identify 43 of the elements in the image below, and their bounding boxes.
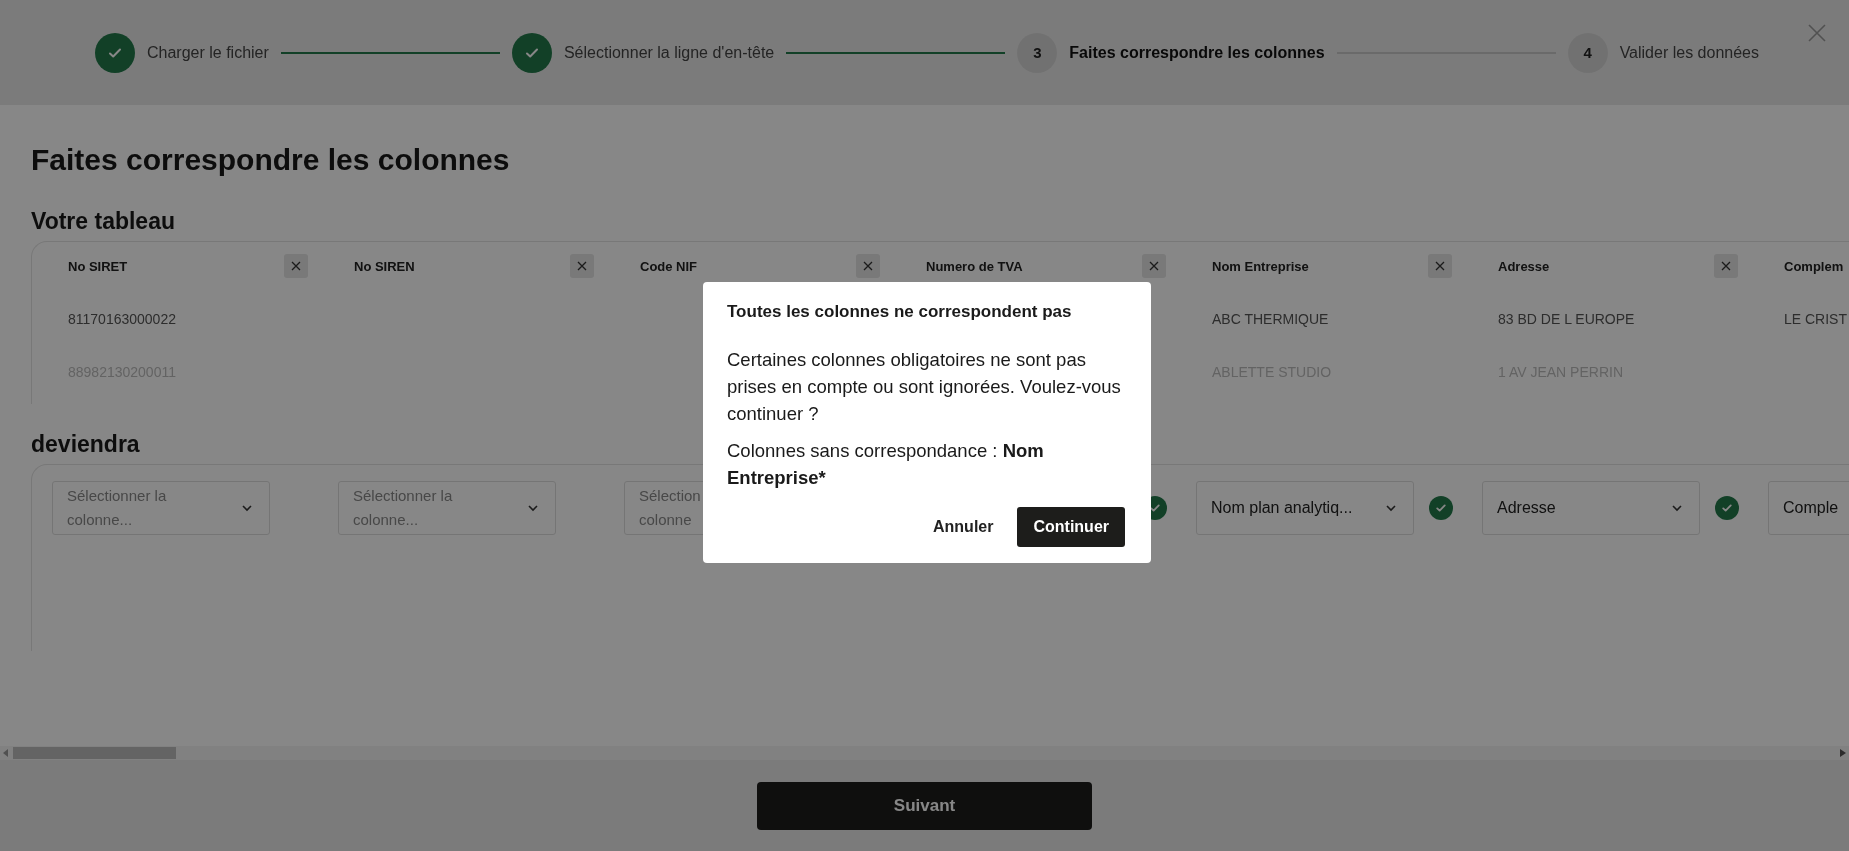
step-label: Valider les données <box>1619 43 1759 62</box>
column-select[interactable]: Adresse <box>1482 481 1700 535</box>
column-header: No SIREN <box>354 258 416 274</box>
column-header: Complem <box>1784 258 1845 274</box>
column-header: Nom Entreprise <box>1212 258 1310 274</box>
remove-column-button[interactable] <box>570 254 594 278</box>
remove-column-button[interactable] <box>1714 254 1738 278</box>
horizontal-scrollbar[interactable] <box>0 746 1849 760</box>
step-indicator: 3 <box>1017 32 1058 73</box>
column-header: Code NIF <box>640 258 699 274</box>
page-title: Faites correspondre les colonnes <box>31 142 510 178</box>
column-header: Adresse <box>1498 258 1551 274</box>
scroll-right-icon[interactable] <box>1840 749 1846 757</box>
cancel-button[interactable]: Annuler <box>933 510 994 544</box>
dialog-title: Toutes les colonnes ne correspondent pas <box>727 302 1073 322</box>
table-cell-text: ABC THERMIQUE <box>1212 310 1330 329</box>
step-label: Faites correspondre les colonnes <box>1069 43 1325 62</box>
column-header: Numero de TVA <box>926 258 1024 274</box>
remove-column-button[interactable] <box>1428 254 1452 278</box>
continue-button[interactable]: Continuer <box>1017 507 1125 547</box>
dialog-message: Colonnes sans correspondance : Nom Entreprise* <box>727 439 1045 490</box>
remove-column-button[interactable] <box>856 254 880 278</box>
close-icon <box>1721 261 1731 271</box>
step-label: Charger le fichier <box>147 43 269 62</box>
remove-column-button[interactable] <box>1142 254 1166 278</box>
column-header: No SIRET <box>68 258 129 274</box>
next-button[interactable]: Suivant <box>757 781 1092 830</box>
remove-column-button[interactable] <box>284 254 308 278</box>
close-icon <box>863 261 873 271</box>
table-cell-text: 83 BD DE L EUROPE <box>1498 310 1636 329</box>
column-select[interactable]: Comple <box>1768 481 1849 535</box>
section-heading: Votre tableau <box>31 207 175 236</box>
column-select[interactable]: Nom plan analytiq... <box>1196 481 1414 535</box>
step-label: Sélectionner la ligne d'en-tête <box>563 43 775 62</box>
close-icon <box>291 261 301 271</box>
table-cell-text: LE CRIST <box>1784 310 1848 329</box>
close-icon <box>577 261 587 271</box>
section-heading: deviendra <box>31 430 140 459</box>
table-cell-text: 81170163000022 <box>68 310 177 329</box>
close-icon <box>1149 261 1159 271</box>
dialog-message: Certaines colonnes obligatoires ne sont pas prises en compte ou sont ignorées. Voulez-vous continuer ? <box>727 348 1122 426</box>
close-icon <box>1435 261 1445 271</box>
step-indicator: 4 <box>1567 32 1608 73</box>
